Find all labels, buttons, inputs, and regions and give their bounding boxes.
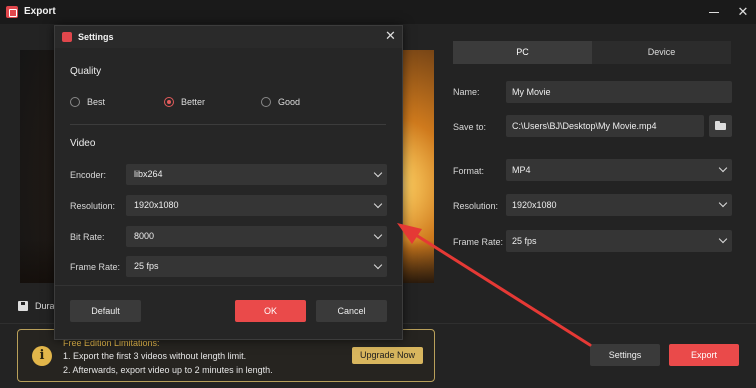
chevron-down-icon [718, 234, 728, 244]
bit-rate-select[interactable]: 8000 [126, 226, 387, 247]
upgrade-now-button[interactable]: Upgrade Now [352, 347, 423, 364]
frame-rate-label: Frame Rate: [453, 237, 504, 247]
quality-heading: Quality [70, 66, 102, 77]
dialog-resolution-value: 1920x1080 [134, 200, 179, 210]
close-icon[interactable]: ✕ [736, 5, 750, 19]
encoder-label: Encoder: [70, 170, 107, 180]
chevron-down-icon [718, 198, 728, 208]
output-tabs: PC Device [453, 41, 731, 64]
chevron-down-icon [373, 260, 383, 270]
resolution-select[interactable]: 1920x1080 [506, 194, 732, 216]
bit-rate-label: Bit Rate: [70, 232, 105, 242]
dialog-frame-rate-label: Frame Rate: [70, 262, 121, 272]
radio-label: Good [278, 97, 301, 107]
dialog-title: Settings [78, 32, 114, 42]
encoder-value: libx264 [134, 169, 163, 179]
radio-label: Best [87, 97, 106, 107]
section-divider [70, 124, 386, 125]
app-logo-icon [6, 6, 18, 18]
save-disk-icon [18, 301, 28, 311]
resolution-value: 1920x1080 [512, 200, 557, 210]
limitation-line-1: 1. Export the first 3 videos without len… [63, 351, 247, 361]
chevron-down-icon [373, 168, 383, 178]
dialog-resolution-label: Resolution: [70, 201, 116, 211]
resolution-label: Resolution: [453, 201, 499, 211]
window-title: Export [24, 6, 56, 17]
tab-pc[interactable]: PC [453, 41, 592, 64]
name-label: Name: [453, 87, 480, 97]
format-select[interactable]: MP4 [506, 159, 732, 181]
settings-dialog: Settings ✕ Quality Best Better Good Vide… [54, 25, 403, 340]
browse-folder-icon[interactable] [709, 115, 732, 137]
minimize-icon[interactable] [709, 12, 719, 13]
dialog-resolution-select[interactable]: 1920x1080 [126, 195, 387, 216]
frame-rate-select[interactable]: 25 fps [506, 230, 732, 252]
settings-button[interactable]: Settings [590, 344, 660, 366]
name-field[interactable]: My Movie [506, 81, 732, 103]
dialog-frame-rate-select[interactable]: 25 fps [126, 256, 387, 277]
video-heading: Video [70, 138, 96, 149]
radio-icon [70, 97, 80, 107]
dialog-titlebar: Settings ✕ [55, 26, 402, 48]
save-to-field[interactable]: C:\Users\BJ\Desktop\My Movie.mp4 [506, 115, 704, 137]
format-value: MP4 [512, 165, 531, 175]
radio-icon [261, 97, 271, 107]
radio-checked-icon [164, 97, 174, 107]
save-to-label: Save to: [453, 122, 487, 132]
frame-rate-value: 25 fps [512, 236, 537, 246]
default-button[interactable]: Default [70, 300, 141, 322]
chevron-down-icon [373, 199, 383, 209]
format-label: Format: [453, 166, 485, 176]
chevron-down-icon [373, 230, 383, 240]
bit-rate-value: 8000 [134, 231, 155, 241]
encoder-select[interactable]: libx264 [126, 164, 387, 185]
tab-device[interactable]: Device [592, 41, 731, 64]
dialog-frame-rate-value: 25 fps [134, 261, 159, 271]
limitation-line-2: 2. Afterwards, export video up to 2 minu… [63, 365, 273, 375]
window-titlebar: Export ✕ [0, 0, 756, 24]
export-button[interactable]: Export [669, 344, 739, 366]
chevron-down-icon [718, 163, 728, 173]
quality-radio-group: Best Better Good [70, 95, 390, 109]
dialog-footer-divider [55, 285, 402, 286]
info-icon: i [32, 346, 52, 366]
close-icon[interactable]: ✕ [385, 29, 396, 43]
radio-label: Better [181, 97, 206, 107]
duration-label: Dura [35, 301, 55, 311]
ok-button[interactable]: OK [235, 300, 306, 322]
cancel-button[interactable]: Cancel [316, 300, 387, 322]
app-logo-icon [62, 32, 72, 42]
